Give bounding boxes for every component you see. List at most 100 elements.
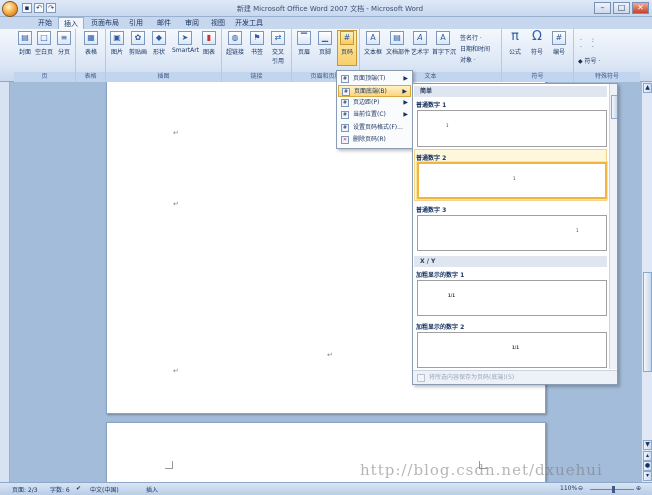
vertical-scrollbar[interactable]: ▲ ▼ ▴ ● ▾ (641, 82, 652, 482)
language-indicator[interactable]: 中文(中国) (90, 485, 119, 494)
page-break-button[interactable]: ≡ 分页 (55, 31, 73, 56)
clipart-button[interactable]: ✿ 剪贴画 (129, 31, 147, 56)
menu-item-current-position[interactable]: # 当前位置(C) ▶ (338, 109, 411, 121)
gallery-item-bold-number-2[interactable]: 1/1 (417, 332, 607, 368)
tab-home[interactable]: 开始 (32, 17, 58, 29)
tab-view[interactable]: 视图 (206, 17, 230, 29)
special-symbol-button[interactable]: ◆ 符号 · (578, 56, 600, 65)
hyperlink-button[interactable]: ◍ 超链接 (226, 31, 244, 56)
scroll-thumb[interactable] (643, 272, 652, 372)
header-button[interactable]: ▔ 页眉 (295, 31, 313, 56)
tab-page-layout[interactable]: 页面布局 (88, 17, 122, 29)
gallery-section-header: 简单 (414, 86, 607, 97)
undo-icon[interactable]: ↶ (34, 3, 44, 13)
cover-icon: ▤ (18, 31, 32, 45)
datetime-button[interactable]: 日期和时间 (460, 44, 490, 53)
office-button[interactable] (2, 1, 18, 17)
ribbon: ▤ 封面 □ 空白页 ≡ 分页 页 ▦ 表格 表格 ▣ 图片 ✿ 剪贴画 ◆ 形状 ➤ Smar… (0, 29, 652, 82)
page-number-gallery: 简单 普通数字 1 1 普通数字 2 1 普通数字 3 1 X / Y 加粗显示… (412, 83, 618, 385)
word-count[interactable]: 字数: 6 (50, 485, 70, 494)
gallery-item-plain-number-2[interactable]: 1 (417, 162, 607, 199)
page-margins-icon: # (341, 99, 349, 107)
menu-item-bottom-of-page[interactable]: # 页面底端(B) ▶ (338, 85, 411, 97)
dropcap-icon: A (436, 31, 450, 45)
scroll-up-icon[interactable]: ▲ (643, 83, 652, 93)
group-symbols: π 公式 Ω 符号 # 编号 符号 (502, 29, 574, 82)
scroll-down-icon[interactable]: ▼ (643, 440, 652, 450)
menu-item-format-page-numbers[interactable]: # 设置页码格式(F)... (338, 122, 411, 134)
cover-button[interactable]: ▤ 封面 (16, 31, 34, 56)
textbox-icon: A (366, 31, 380, 45)
zoom-out-icon[interactable]: ⊖ (578, 485, 583, 492)
object-button[interactable]: 对象 · (460, 55, 476, 64)
textbox-button[interactable]: A 文本框 (363, 31, 383, 56)
zoom-slider-thumb[interactable] (612, 486, 615, 493)
smartart-button[interactable]: ➤ SmartArt (172, 31, 199, 54)
signature-line-button[interactable]: 签名行 · (460, 33, 482, 42)
blank-page-button[interactable]: □ 空白页 (35, 31, 53, 56)
bookmark-button[interactable]: ⚑ 书签 (248, 31, 266, 56)
minimize-button[interactable]: – (594, 2, 611, 14)
group-label: 插图 (106, 72, 221, 82)
menu-item-page-margins[interactable]: # 页边距(P) ▶ (338, 97, 411, 109)
chart-button[interactable]: ▮ 图表 (200, 31, 218, 56)
quickparts-button[interactable]: ▤ 文档部件 (386, 31, 410, 56)
gallery-item-title: 普通数字 2 (416, 155, 447, 162)
tab-mailings[interactable]: 邮件 (152, 17, 176, 29)
zoom-in-icon[interactable]: ⊕ (636, 485, 641, 492)
picture-button[interactable]: ▣ 图片 (108, 31, 126, 56)
number-button[interactable]: # 编号 (550, 31, 568, 56)
group-illustrations: ▣ 图片 ✿ 剪贴画 ◆ 形状 ➤ SmartArt ▮ 图表 插图 (106, 29, 222, 82)
dropcap-button[interactable]: A 首字下沉 (432, 31, 456, 56)
save-icon[interactable]: ▪ (22, 3, 32, 13)
shapes-button[interactable]: ◆ 形状 (150, 31, 168, 56)
ribbon-tabs: 开始 插入 页面布局 引用 邮件 审阅 视图 开发工具 (0, 17, 652, 29)
page-top-icon: # (341, 75, 349, 83)
equation-button[interactable]: π 公式 (506, 29, 524, 56)
clipart-icon: ✿ (131, 31, 145, 45)
footer-button[interactable]: ▁ 页脚 (316, 31, 334, 56)
title-bar: ▪ ↶ ↷ 新建 Microsoft Office Word 2007 文档 -… (0, 0, 652, 17)
tab-review[interactable]: 审阅 (180, 17, 204, 29)
crossref-button[interactable]: ⇄ 交叉 引用 (269, 31, 287, 65)
gallery-scroll-thumb[interactable] (611, 95, 617, 119)
gallery-item-plain-number-1[interactable]: 1 (417, 110, 607, 147)
menu-item-top-of-page[interactable]: # 页面顶端(T) ▶ (338, 73, 411, 85)
insert-mode[interactable]: 插入 (146, 485, 158, 494)
prev-page-icon[interactable]: ▴ (643, 451, 652, 461)
proofing-icon[interactable]: ✔ (76, 485, 81, 492)
special-symbols-grid[interactable]: · : · · (580, 37, 598, 51)
next-page-icon[interactable]: ▾ (643, 471, 652, 481)
symbol-button[interactable]: Ω 符号 (528, 30, 546, 56)
window-title: 新建 Microsoft Office Word 2007 文档 - Micro… (236, 5, 424, 13)
tab-insert[interactable]: 插入 (58, 17, 84, 29)
globe-icon: ◍ (228, 31, 242, 45)
save-selection-to-gallery: 将所选内容保存为页码(底端)(S) (413, 370, 617, 384)
gallery-scrollbar[interactable] (609, 84, 617, 369)
chart-icon: ▮ (202, 31, 216, 45)
group-special-symbols: · : · · ◆ 符号 · 特殊符号 (574, 29, 640, 82)
tab-developer[interactable]: 开发工具 (232, 17, 266, 29)
wordart-button[interactable]: A 艺术字 (410, 31, 430, 56)
close-button[interactable]: ✕ (632, 2, 649, 14)
maximize-button[interactable]: □ (613, 2, 630, 14)
current-position-icon: # (341, 111, 349, 119)
tab-references[interactable]: 引用 (124, 17, 148, 29)
paragraph-mark: ↵ (173, 367, 179, 375)
margin-corner (165, 461, 173, 469)
group-label: 页 (14, 72, 75, 82)
zoom-level[interactable]: 110% (560, 485, 577, 492)
gallery-item-plain-number-3[interactable]: 1 (417, 215, 607, 251)
page-count[interactable]: 页面: 2/3 (12, 485, 38, 494)
shapes-icon: ◆ (152, 31, 166, 45)
table-button[interactable]: ▦ 表格 (82, 31, 100, 56)
gallery-item-bold-number-1[interactable]: 1/1 (417, 280, 607, 316)
pi-icon: π (511, 29, 519, 44)
page-number-button[interactable]: # 页码 (337, 30, 357, 66)
redo-icon[interactable]: ↷ (46, 3, 56, 13)
menu-item-remove-page-numbers[interactable]: ✕ 删除页码(R) (338, 134, 411, 146)
select-browse-object-icon[interactable]: ● (643, 461, 652, 471)
paragraph-mark: ↵ (173, 129, 179, 137)
gallery-section-header: X / Y (414, 256, 607, 267)
group-label: 符号 (502, 72, 573, 82)
